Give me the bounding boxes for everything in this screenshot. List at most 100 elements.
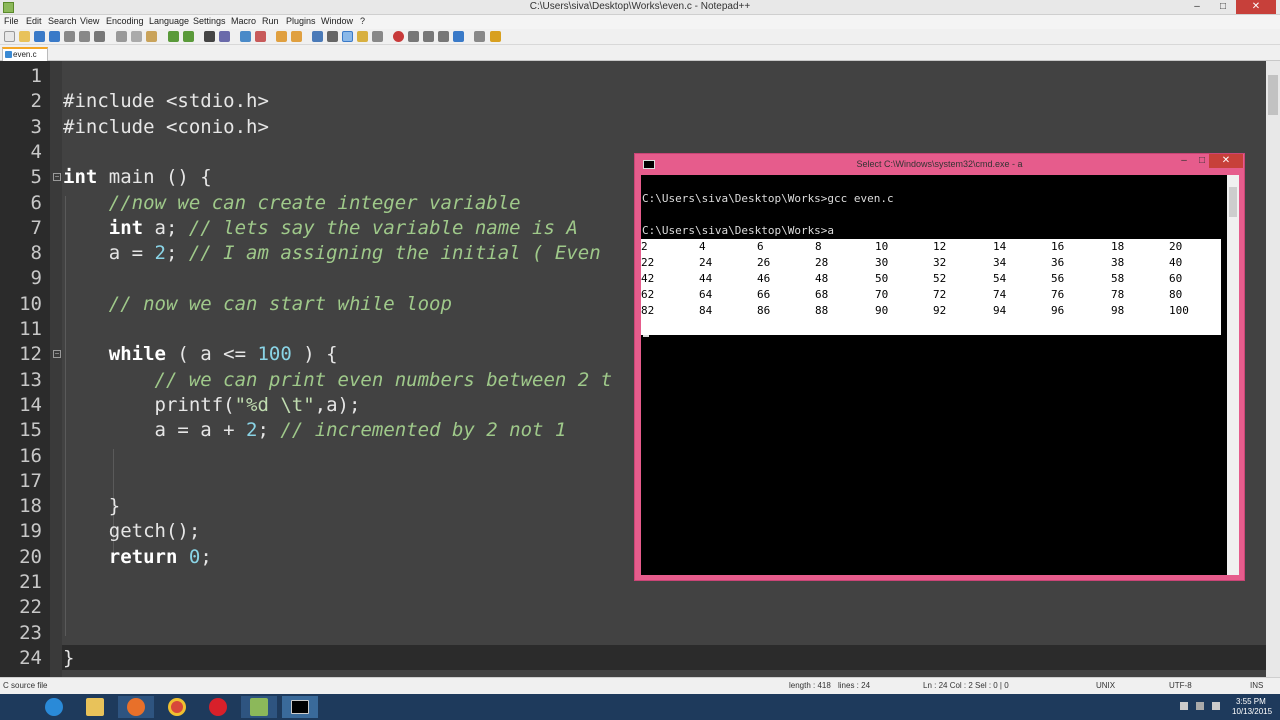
line-number: 19	[19, 520, 42, 543]
code-line[interactable]: 1	[0, 64, 1280, 89]
network-icon[interactable]	[1196, 702, 1204, 710]
menu-view[interactable]: View	[80, 16, 99, 26]
cmd-taskbar-icon	[291, 700, 309, 714]
cmd-scrollbar-thumb[interactable]	[1229, 187, 1237, 217]
word-wrap-icon[interactable]	[312, 31, 323, 42]
menu-help[interactable]: ?	[360, 16, 365, 26]
close-file-icon[interactable]	[64, 31, 75, 42]
tab-bar: even.c	[0, 45, 1280, 61]
menu-search[interactable]: Search	[48, 16, 77, 26]
menu-edit[interactable]: Edit	[26, 16, 42, 26]
chrome-taskbar-button[interactable]	[159, 696, 195, 718]
stop-macro-icon[interactable]	[408, 31, 419, 42]
menu-settings[interactable]: Settings	[193, 16, 226, 26]
line-number: 14	[19, 393, 42, 416]
output-value: 48	[815, 272, 829, 285]
close-button[interactable]: ✕	[1236, 0, 1276, 14]
extra-icon[interactable]	[490, 31, 501, 42]
maximize-button[interactable]: □	[1210, 0, 1236, 14]
code-text: int a; // lets say the variable name is …	[108, 216, 578, 239]
tab-even-c[interactable]: even.c	[2, 47, 48, 61]
fold-toggle-icon[interactable]: −	[53, 173, 61, 182]
menu-file[interactable]: File	[4, 16, 19, 26]
find-icon[interactable]	[204, 31, 215, 42]
new-file-icon[interactable]	[4, 31, 15, 42]
code-line[interactable]: 3 #include <conio.h>	[0, 115, 1280, 140]
code-line[interactable]: 22	[0, 595, 1280, 620]
line-number: 21	[19, 571, 42, 593]
menu-encoding[interactable]: Encoding	[106, 16, 144, 26]
cmd-minimize-button[interactable]: –	[1175, 154, 1193, 168]
output-value: 44	[699, 272, 713, 285]
menu-run[interactable]: Run	[262, 16, 279, 26]
tab-label: even.c	[13, 50, 37, 59]
redo-icon[interactable]	[183, 31, 194, 42]
sync-v-icon[interactable]	[276, 31, 287, 42]
volume-icon[interactable]	[1212, 702, 1220, 710]
cmd-scrollbar[interactable]	[1227, 175, 1239, 575]
cmd-close-button[interactable]: ✕	[1209, 154, 1243, 168]
clock-time[interactable]: 3:55 PM	[1236, 697, 1266, 706]
menu-plugins[interactable]: Plugins	[286, 16, 316, 26]
code-line[interactable]: 23	[0, 621, 1280, 646]
explorer-taskbar-button[interactable]	[77, 696, 113, 718]
line-number: 11	[19, 318, 42, 340]
vertical-scrollbar[interactable]	[1266, 61, 1280, 677]
notepadpp-taskbar-button[interactable]	[241, 696, 277, 718]
fold-toggle-icon[interactable]: −	[53, 350, 61, 359]
play-macro-icon[interactable]	[423, 31, 434, 42]
code-line[interactable]: 2 #include <stdio.h>	[0, 89, 1280, 114]
output-value: 8	[815, 240, 822, 253]
status-lines: lines : 24	[838, 681, 871, 690]
output-value: 70	[875, 288, 889, 301]
plugin-icon[interactable]	[474, 31, 485, 42]
show-all-chars-icon[interactable]	[327, 31, 338, 42]
output-value: 14	[993, 240, 1007, 253]
folder-icon	[86, 698, 104, 716]
undo-icon[interactable]	[168, 31, 179, 42]
open-file-icon[interactable]	[19, 31, 30, 42]
zoom-out-icon[interactable]	[255, 31, 266, 42]
line-number: 5	[30, 166, 42, 189]
save-icon[interactable]	[34, 31, 45, 42]
status-bar: C source file length : 418 lines : 24 Ln…	[0, 677, 1280, 694]
minimize-button[interactable]: –	[1184, 0, 1210, 14]
menu-language[interactable]: Language	[149, 16, 189, 26]
close-all-icon[interactable]	[79, 31, 90, 42]
code-line[interactable]: 24}	[0, 646, 1280, 671]
scrollbar-thumb[interactable]	[1268, 75, 1278, 115]
opera-taskbar-button[interactable]	[200, 696, 236, 718]
code-text: while ( a <= 100 ) {	[108, 343, 338, 366]
udl-icon[interactable]	[357, 31, 368, 42]
save-all-icon[interactable]	[49, 31, 60, 42]
ie-icon	[45, 698, 63, 716]
output-value: 42	[641, 272, 655, 285]
cut-icon[interactable]	[116, 31, 127, 42]
record-macro-icon[interactable]	[393, 31, 404, 42]
indent-guide-icon[interactable]	[342, 31, 353, 42]
menu-window[interactable]: Window	[321, 16, 353, 26]
run-macro-multiple-icon[interactable]	[438, 31, 449, 42]
output-value: 78	[1111, 288, 1125, 301]
menu-macro[interactable]: Macro	[231, 16, 256, 26]
cmd-window[interactable]: Select C:\Windows\system32\cmd.exe - a –…	[634, 153, 1245, 581]
paste-icon[interactable]	[146, 31, 157, 42]
sync-h-icon[interactable]	[291, 31, 302, 42]
code-text: int main () {	[63, 166, 212, 189]
output-value: 24	[699, 256, 713, 269]
zoom-in-icon[interactable]	[240, 31, 251, 42]
line-number: 24	[19, 646, 42, 669]
copy-icon[interactable]	[131, 31, 142, 42]
doc-map-icon[interactable]	[372, 31, 383, 42]
output-value: 68	[815, 288, 829, 301]
cmd-taskbar-button[interactable]	[282, 696, 318, 718]
ie-taskbar-button[interactable]	[36, 696, 72, 718]
save-macro-icon[interactable]	[453, 31, 464, 42]
cmd-console[interactable]: C:\Users\siva\Desktop\Works>gcc even.c C…	[641, 175, 1227, 575]
tray-up-icon[interactable]	[1180, 702, 1188, 710]
clock-date[interactable]: 10/13/2015	[1232, 707, 1272, 716]
print-icon[interactable]	[94, 31, 105, 42]
replace-icon[interactable]	[219, 31, 230, 42]
cmd-title-bar[interactable]: Select C:\Windows\system32\cmd.exe - a –…	[635, 154, 1244, 174]
firefox-taskbar-button[interactable]	[118, 696, 154, 718]
